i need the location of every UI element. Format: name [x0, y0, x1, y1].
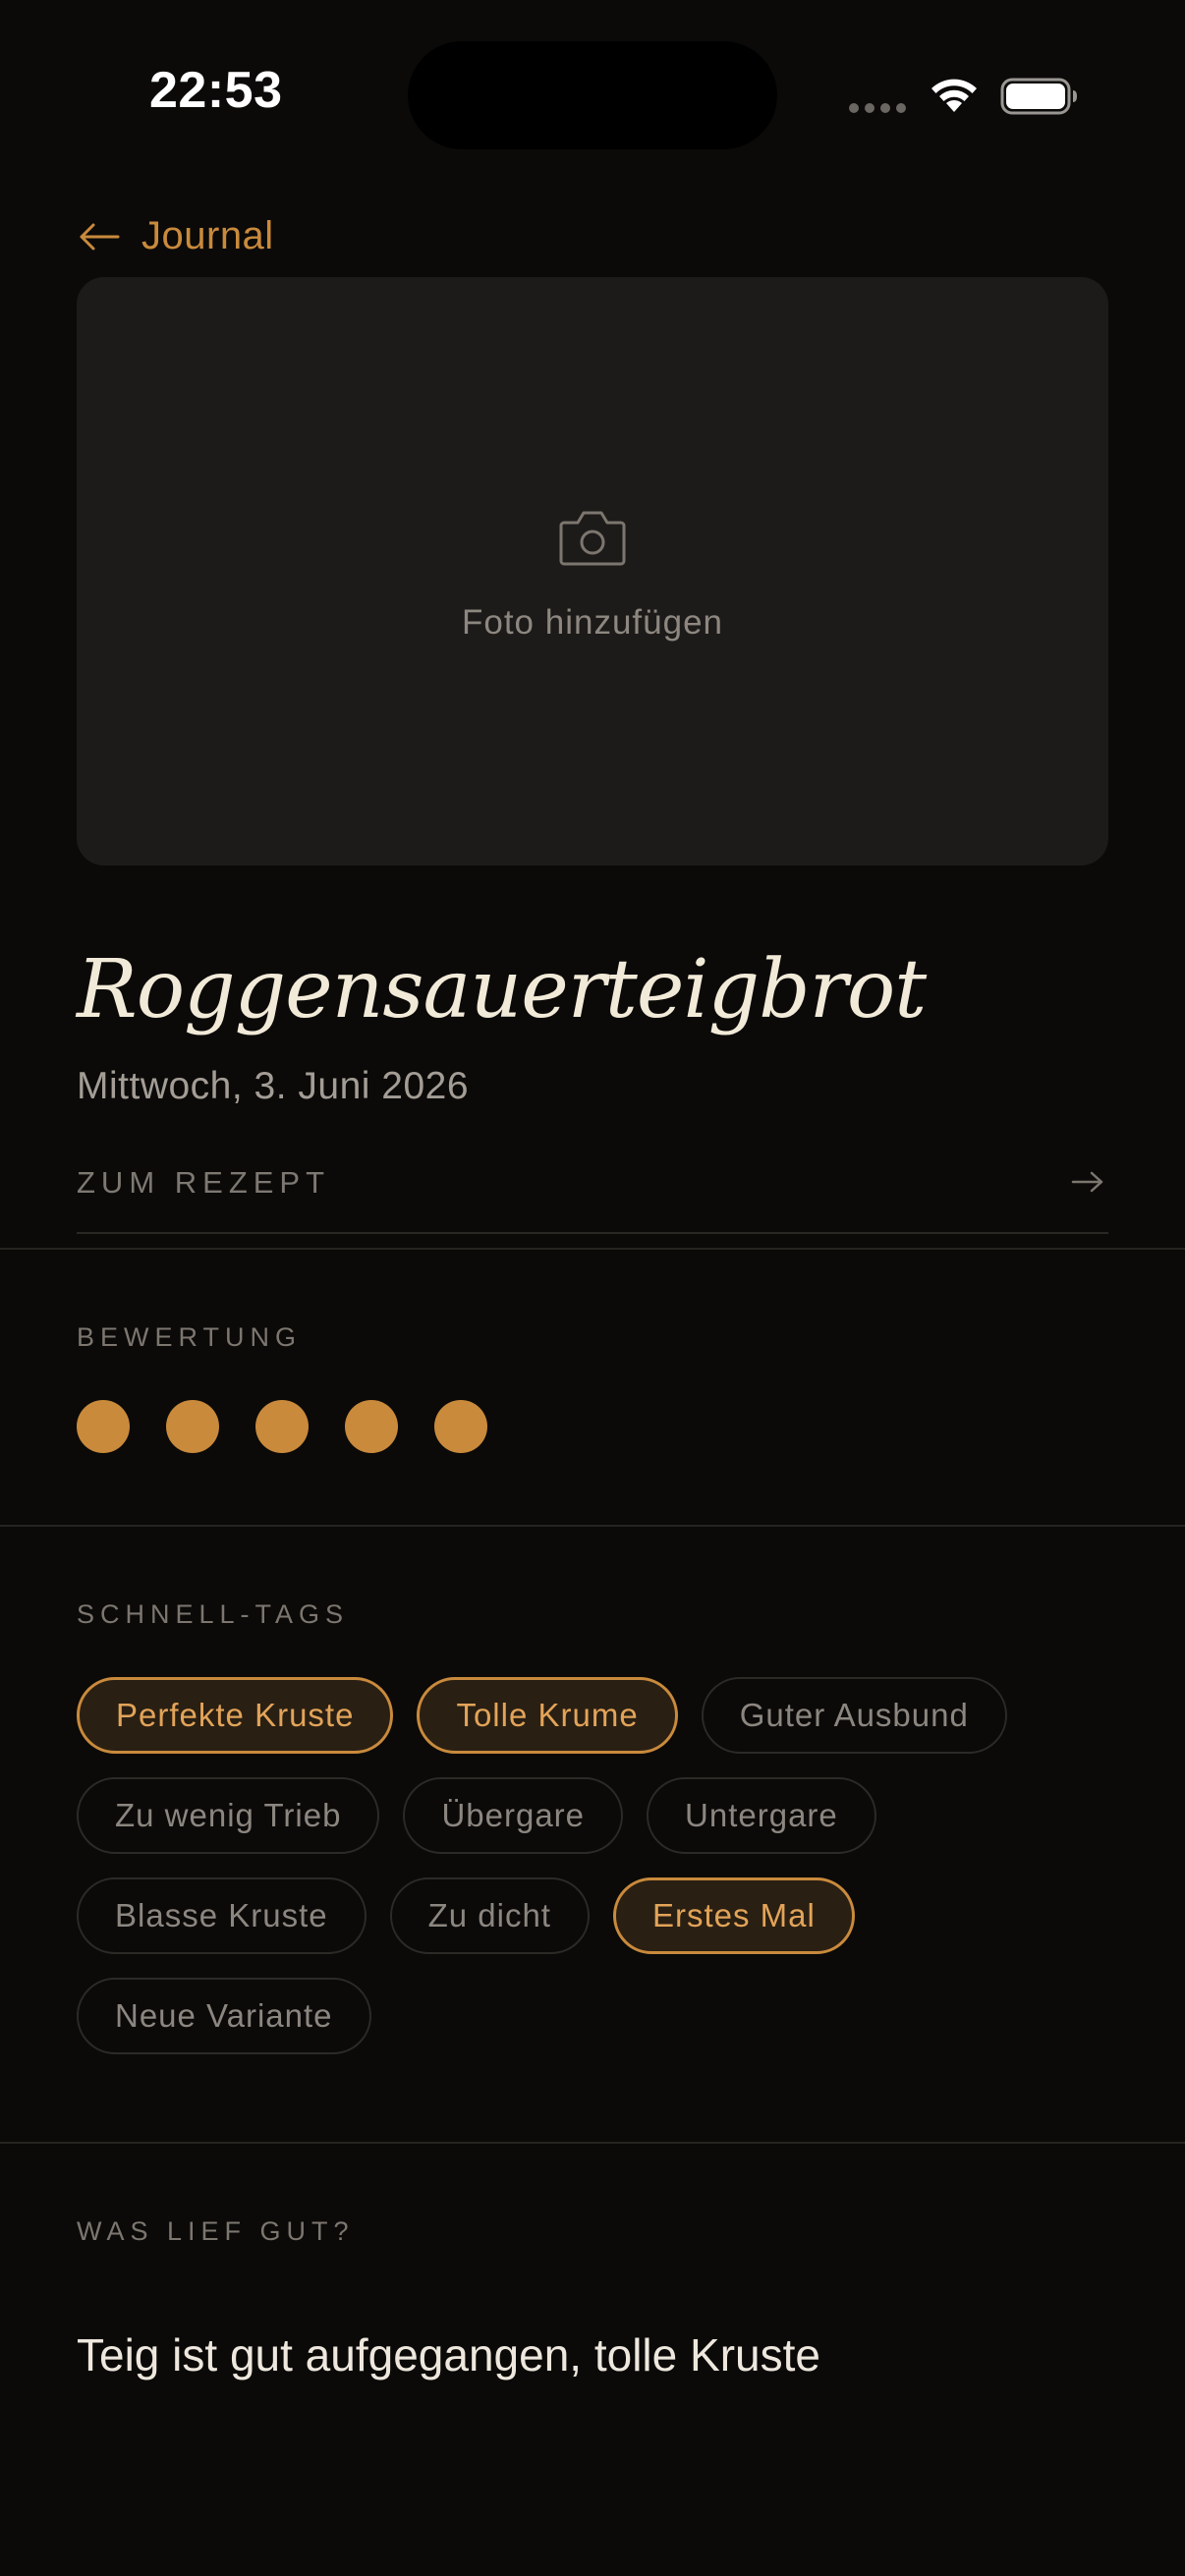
- rating-control: [77, 1400, 487, 1453]
- wifi-icon: [931, 79, 977, 112]
- recipe-link[interactable]: ZUM REZEPT: [77, 1151, 1108, 1234]
- rating-dot-3[interactable]: [255, 1400, 309, 1453]
- back-label: Journal: [141, 214, 274, 257]
- tag-chip[interactable]: Zu dicht: [389, 1877, 590, 1954]
- tag-chip[interactable]: Guter Ausbund: [701, 1677, 1007, 1754]
- battery-icon: [1000, 78, 1077, 115]
- add-photo-area[interactable]: [77, 277, 1108, 866]
- entry-title: Roggensauerteigbrot: [77, 943, 927, 1036]
- tag-row: Blasse Kruste Zu dicht Erstes Mal: [77, 1877, 1118, 1954]
- tag-row: Perfekte Kruste Tolle Krume Guter Ausbun…: [77, 1677, 1118, 1754]
- rating-dot-4[interactable]: [345, 1400, 398, 1453]
- rating-dot-5[interactable]: [434, 1400, 487, 1453]
- add-photo-label: Foto hinzufügen: [461, 603, 723, 642]
- rating-dot-2[interactable]: [166, 1400, 219, 1453]
- tag-chip[interactable]: Untergare: [647, 1777, 876, 1854]
- rating-dot-1[interactable]: [77, 1400, 130, 1453]
- tag-chip[interactable]: Tolle Krume: [417, 1677, 678, 1754]
- divider: [0, 2142, 1185, 2144]
- rating-label: BEWERTUNG: [77, 1322, 303, 1352]
- quick-tags-label: SCHNELL-TAGS: [77, 1599, 350, 1629]
- tag-chip[interactable]: Übergare: [403, 1777, 624, 1854]
- tag-chip[interactable]: Blasse Kruste: [77, 1877, 367, 1954]
- status-bar: 22:53: [0, 0, 1185, 187]
- cellular-signal-icon: [849, 103, 906, 113]
- went-well-label: WAS LIEF GUT?: [77, 2216, 355, 2246]
- arrow-right-icon: [1071, 1171, 1103, 1193]
- divider: [0, 1525, 1185, 1527]
- tag-chip[interactable]: Perfekte Kruste: [77, 1677, 394, 1754]
- tag-row: Zu wenig Trieb Übergare Untergare: [77, 1777, 1118, 1854]
- divider: [0, 1248, 1185, 1250]
- camera-icon: [559, 511, 626, 566]
- arrow-left-icon: [80, 223, 120, 250]
- dynamic-island: [408, 41, 777, 149]
- went-well-notes[interactable]: Teig ist gut aufgegangen, tolle Kruste: [77, 2328, 820, 2381]
- status-time: 22:53: [149, 62, 283, 119]
- quick-tags: Perfekte Kruste Tolle Krume Guter Ausbun…: [77, 1677, 1118, 2078]
- back-button[interactable]: Journal: [79, 214, 274, 258]
- entry-date: Mittwoch, 3. Juni 2026: [77, 1065, 470, 1107]
- tag-chip[interactable]: Erstes Mal: [612, 1877, 855, 1954]
- recipe-link-label: ZUM REZEPT: [77, 1165, 331, 1200]
- tag-chip[interactable]: Zu wenig Trieb: [77, 1777, 380, 1854]
- tag-chip[interactable]: Neue Variante: [77, 1978, 371, 2054]
- tag-row: Neue Variante: [77, 1978, 1118, 2054]
